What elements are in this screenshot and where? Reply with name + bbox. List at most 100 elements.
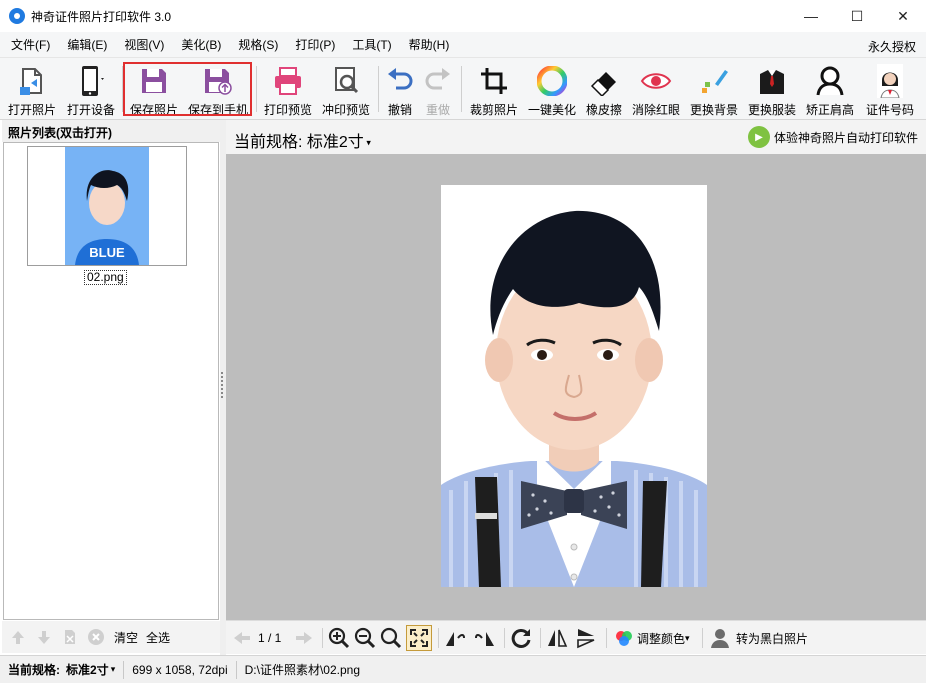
zoom-actual-icon[interactable]	[380, 627, 402, 649]
id-code-button[interactable]: 证件号码	[862, 60, 918, 118]
status-spec-prefix: 当前规格:	[8, 663, 60, 677]
beautify-label: 一键美化	[527, 103, 576, 117]
adjust-color-button[interactable]: 调整颜色 ▾	[614, 627, 690, 649]
edited-photo	[441, 185, 707, 587]
id-portrait-icon	[870, 63, 910, 99]
red-eye-button[interactable]: 消除红眼	[628, 60, 684, 118]
minimize-button[interactable]: —	[788, 0, 834, 32]
eraser-label: 橡皮擦	[585, 103, 622, 117]
convert-bw-label: 转为黑白照片	[736, 631, 809, 646]
change-clothes-label: 更换服装	[747, 103, 796, 117]
gray-person-icon	[711, 629, 729, 648]
suit-icon	[752, 63, 792, 99]
change-background-button[interactable]: 更换背景	[686, 60, 742, 118]
auto-print-promo-button[interactable]: ▶ 体验神奇照片自动打印软件	[747, 126, 918, 148]
status-file-path: D:\证件照素材\02.png	[244, 663, 361, 677]
zoom-in-icon[interactable]	[328, 627, 350, 649]
spec-prefix: 当前规格:	[234, 134, 303, 151]
develop-preview-label: 冲印预览	[321, 103, 370, 117]
thumbnail-filename: 02.png	[84, 270, 127, 285]
eye-icon	[636, 63, 676, 99]
open-device-button[interactable]: 打开设备	[62, 60, 120, 118]
printer-promo-icon: ▶	[747, 126, 770, 148]
menu-beautify[interactable]: 美化(B)	[170, 36, 227, 53]
eraser-button[interactable]: 橡皮擦	[582, 60, 626, 118]
photo-list[interactable]: BLUE 02.png	[3, 142, 219, 620]
color-wheel-icon	[532, 63, 572, 99]
clear-button[interactable]: 清空	[114, 629, 138, 646]
status-bar: 当前规格: 标准2寸 ▾ 699 x 1058, 72dpi D:\证件照素材\…	[0, 655, 926, 683]
photo-thumbnail[interactable]: BLUE	[27, 146, 187, 266]
adjust-color-label: 调整颜色	[637, 631, 686, 646]
title-bar: 神奇证件照片打印软件 3.0 — ☐ ✕	[0, 0, 926, 32]
adjust-color-dropdown-icon: ▾	[685, 632, 690, 643]
menu-view[interactable]: 视图(V)	[113, 36, 170, 53]
spec-dropdown-icon: ▾	[363, 137, 371, 148]
flip-horizontal-icon[interactable]	[546, 627, 568, 649]
print-preview-button[interactable]: 打印预览	[260, 60, 316, 118]
rotate-right-icon[interactable]	[474, 627, 496, 649]
flip-vertical-icon[interactable]	[576, 627, 596, 649]
develop-magnifier-icon	[326, 63, 366, 99]
convert-bw-button[interactable]: 转为黑白照片	[710, 627, 808, 649]
id-code-label: 证件号码	[865, 103, 914, 117]
eraser-icon	[584, 63, 624, 99]
license-link[interactable]: 永久授权	[868, 38, 916, 55]
beautify-button[interactable]: 一键美化	[524, 60, 580, 118]
rgb-circles-icon	[616, 631, 632, 646]
zoom-out-icon[interactable]	[354, 627, 376, 649]
app-logo-icon	[9, 8, 25, 24]
open-photo-label: 打开照片	[7, 103, 56, 117]
crop-label: 裁剪照片	[469, 103, 518, 117]
photo-canvas[interactable]	[226, 154, 926, 620]
rotate-left-icon[interactable]	[444, 627, 466, 649]
menu-bar: 文件(F) 编辑(E) 视图(V) 美化(B) 规格(S) 打印(P) 工具(T…	[0, 32, 926, 58]
close-button[interactable]: ✕	[880, 0, 926, 32]
next-page-icon[interactable]	[294, 627, 314, 649]
menu-print[interactable]: 打印(P)	[284, 36, 341, 53]
maximize-button[interactable]: ☐	[834, 0, 880, 32]
photo-list-controls: 清空 全选	[2, 621, 224, 653]
remove-circle-icon[interactable]	[86, 627, 106, 647]
open-photo-button[interactable]: 打开照片	[4, 60, 60, 118]
page-indicator: 1 / 1	[258, 631, 282, 645]
save-group-highlight	[123, 62, 252, 116]
shoulder-fix-label: 矫正肩高	[805, 103, 854, 117]
paint-brush-icon	[694, 63, 734, 99]
menu-file[interactable]: 文件(F)	[0, 36, 56, 53]
view-toolbar: 1 / 1 调整颜色 ▾ 转为黑白照片	[226, 620, 926, 654]
crop-icon	[474, 63, 514, 99]
menu-spec[interactable]: 规格(S)	[227, 36, 284, 53]
status-spec[interactable]: 当前规格: 标准2寸 ▾	[0, 660, 125, 679]
prev-page-icon[interactable]	[232, 627, 252, 649]
redo-button[interactable]: 重做	[420, 60, 456, 118]
status-spec-dropdown-icon: ▾	[110, 664, 116, 674]
delete-file-icon[interactable]	[60, 627, 80, 647]
open-device-label: 打开设备	[66, 103, 115, 117]
menu-help[interactable]: 帮助(H)	[398, 36, 456, 53]
thumbnail-image: BLUE	[65, 147, 149, 265]
refresh-icon[interactable]	[510, 627, 532, 649]
undo-icon	[380, 63, 420, 99]
menu-edit[interactable]: 编辑(E)	[56, 36, 113, 53]
undo-button[interactable]: 撤销	[382, 60, 418, 118]
shoulder-fix-button[interactable]: 矫正肩高	[802, 60, 858, 118]
current-spec[interactable]: 当前规格: 标准2寸 ▾	[234, 128, 371, 152]
select-all-button[interactable]: 全选	[146, 629, 170, 646]
develop-preview-button[interactable]: 冲印预览	[318, 60, 374, 118]
move-up-icon[interactable]	[8, 627, 28, 647]
menu-tools[interactable]: 工具(T)	[341, 36, 397, 53]
fit-window-icon[interactable]	[406, 625, 432, 651]
move-down-icon[interactable]	[34, 627, 54, 647]
spec-header: 当前规格: 标准2寸 ▾ ▶ 体验神奇照片自动打印软件	[226, 120, 926, 154]
photo-list-header: 照片列表(双击打开)	[2, 120, 222, 142]
spec-value: 标准2寸	[306, 134, 364, 151]
crop-button[interactable]: 裁剪照片	[466, 60, 522, 118]
status-dimensions: 699 x 1058, 72dpi	[124, 660, 237, 679]
phone-icon	[71, 63, 111, 99]
printer-icon	[268, 63, 308, 99]
auto-print-promo-label: 体验神奇照片自动打印软件	[773, 130, 918, 145]
change-clothes-button[interactable]: 更换服装	[744, 60, 800, 118]
status-spec-value: 标准2寸	[66, 663, 109, 677]
redo-label: 重做	[425, 103, 450, 117]
